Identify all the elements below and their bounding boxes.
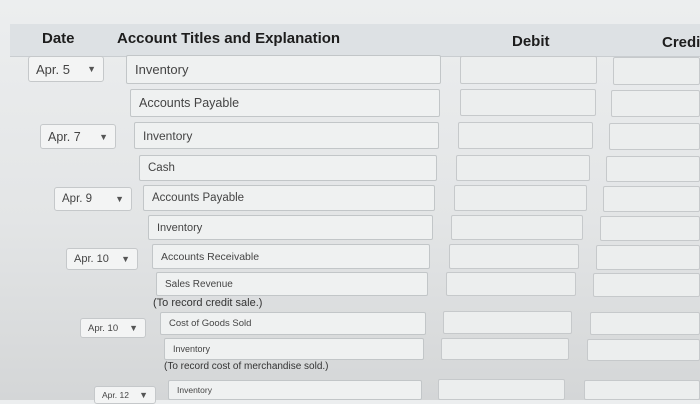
account-title-input[interactable]: Accounts Payable	[130, 89, 440, 117]
debit-amount-input[interactable]	[438, 379, 565, 400]
debit-column-header: Debit	[512, 33, 550, 50]
credit-column-header: Credit	[662, 34, 700, 51]
chevron-down-icon: ▼	[87, 64, 96, 74]
date-select-value: Apr. 5	[36, 61, 70, 77]
account-title-input[interactable]: Inventory	[164, 338, 424, 360]
debit-amount-input[interactable]	[460, 56, 597, 84]
debit-amount-input[interactable]	[454, 185, 587, 211]
credit-amount-input[interactable]	[603, 186, 700, 212]
credit-amount-input[interactable]	[611, 90, 700, 117]
entry-explanation: (To record cost of merchandise sold.)	[164, 361, 329, 372]
account-title-input[interactable]: Accounts Payable	[143, 185, 435, 211]
account-title-input[interactable]: Cash	[139, 155, 437, 181]
date-select-value: Apr. 7	[48, 129, 81, 144]
chevron-down-icon: ▼	[99, 131, 108, 142]
account-column-header: Account Titles and Explanation	[117, 30, 341, 47]
entry-explanation: (To record credit sale.)	[153, 297, 263, 309]
account-title-input[interactable]: Inventory	[134, 122, 439, 149]
date-select-value: Apr. 9	[62, 193, 93, 205]
debit-amount-input[interactable]	[458, 122, 593, 149]
debit-amount-input[interactable]	[443, 311, 572, 334]
debit-amount-input[interactable]	[446, 272, 576, 296]
date-column-header: Date	[42, 30, 75, 47]
debit-amount-input[interactable]	[441, 338, 569, 360]
date-select-value: Apr. 12	[102, 390, 129, 400]
credit-amount-input[interactable]	[590, 312, 700, 335]
date-select[interactable]: Apr. 10 ▼	[80, 318, 146, 338]
chevron-down-icon: ▼	[139, 390, 148, 400]
chevron-down-icon: ▼	[115, 194, 124, 204]
debit-amount-input[interactable]	[451, 215, 583, 240]
account-title-input[interactable]: Inventory	[148, 215, 433, 240]
date-select-value: Apr. 10	[74, 253, 109, 265]
date-select[interactable]: Apr. 7 ▼	[40, 124, 116, 149]
account-title-input[interactable]: Inventory	[168, 380, 422, 400]
date-select-value: Apr. 10	[88, 322, 119, 334]
date-select[interactable]: Apr. 12 ▼	[94, 386, 156, 404]
credit-amount-input[interactable]	[593, 273, 700, 297]
chevron-down-icon: ▼	[121, 254, 130, 264]
account-title-input[interactable]: Inventory	[126, 55, 441, 84]
credit-amount-input[interactable]	[606, 156, 700, 182]
debit-amount-input[interactable]	[460, 89, 596, 116]
debit-amount-input[interactable]	[449, 244, 579, 269]
table-header	[10, 24, 700, 57]
date-select[interactable]: Apr. 10 ▼	[66, 248, 138, 270]
account-title-input[interactable]: Cost of Goods Sold	[160, 312, 426, 335]
credit-amount-input[interactable]	[587, 339, 700, 361]
debit-amount-input[interactable]	[456, 155, 590, 181]
credit-amount-input[interactable]	[613, 57, 700, 85]
credit-amount-input[interactable]	[584, 380, 700, 400]
credit-amount-input[interactable]	[596, 245, 700, 270]
date-select[interactable]: Apr. 5 ▼	[28, 56, 104, 82]
credit-amount-input[interactable]	[609, 123, 700, 150]
credit-amount-input[interactable]	[600, 216, 700, 241]
date-select[interactable]: Apr. 9 ▼	[54, 187, 132, 211]
account-title-input[interactable]: Accounts Receivable	[152, 244, 430, 269]
account-title-input[interactable]: Sales Revenue	[156, 272, 428, 296]
chevron-down-icon: ▼	[129, 323, 138, 333]
